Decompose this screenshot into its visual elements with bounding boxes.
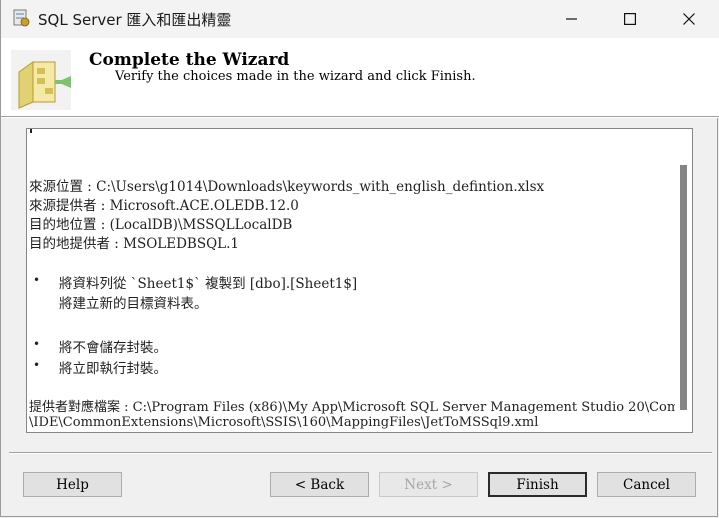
close-icon <box>683 13 695 25</box>
create-table-line: 將建立新的目標資料表。 <box>59 296 208 312</box>
back-button[interactable]: < Back <box>270 472 369 497</box>
destination-location-line: 目的地位置 : (LocalDB)\MSSQLLocalDB <box>29 217 293 233</box>
minimize-icon <box>566 18 577 20</box>
maximize-icon <box>624 13 636 25</box>
bullet-icon: • <box>33 358 41 372</box>
source-location-line: 來源位置 : C:\Users\g1014\Downloads\keywords… <box>29 179 545 195</box>
wizard-header: Complete the Wizard Verify the choices m… <box>1 38 719 116</box>
title-bar[interactable]: SQL Server 匯入和匯出精靈 <box>1 0 719 38</box>
report-scroll-thumb[interactable] <box>680 165 687 410</box>
window-title: SQL Server 匯入和匯出精靈 <box>38 11 232 29</box>
mapping-file-path-line: \IDE\CommonExtensions\Microsoft\SSIS\160… <box>29 415 539 430</box>
bullet-icon: • <box>33 337 41 351</box>
minimize-button[interactable] <box>547 0 597 38</box>
maximize-button[interactable] <box>605 0 655 38</box>
next-button[interactable]: Next > <box>379 472 478 497</box>
destination-provider-line: 目的地提供者 : MSOLEDBSQL.1 <box>29 236 239 252</box>
close-button[interactable] <box>664 0 714 38</box>
page-subtitle: Verify the choices made in the wizard an… <box>115 69 476 84</box>
mapping-file-line: 提供者對應檔案 : C:\Program Files (x86)\My App\… <box>29 400 693 415</box>
report-scrollbar[interactable] <box>675 129 692 432</box>
summary-report-box[interactable]: 來源位置 : C:\Users\g1014\Downloads\keywords… <box>26 128 693 433</box>
copy-rows-line: 將資料列從 `Sheet1$` 複製到 [dbo].[Sheet1$] <box>59 276 358 292</box>
help-button[interactable]: Help <box>23 472 122 497</box>
wizard-banner-icon <box>11 50 71 110</box>
bullet-icon: • <box>33 273 41 287</box>
clipped-previous-line <box>29 129 32 137</box>
page-title: Complete the Wizard <box>89 50 290 70</box>
cancel-button[interactable]: Cancel <box>597 472 696 497</box>
sql-server-app-icon <box>12 9 30 27</box>
package-not-saved-line: 將不會儲存封裝。 <box>59 340 167 356</box>
wizard-window: SQL Server 匯入和匯出精靈 Complete the Wizard V… <box>0 0 719 517</box>
source-provider-line: 來源提供者 : Microsoft.ACE.OLEDB.12.0 <box>29 198 299 214</box>
package-run-now-line: 將立即執行封裝。 <box>59 361 167 377</box>
finish-button[interactable]: Finish <box>488 472 587 497</box>
